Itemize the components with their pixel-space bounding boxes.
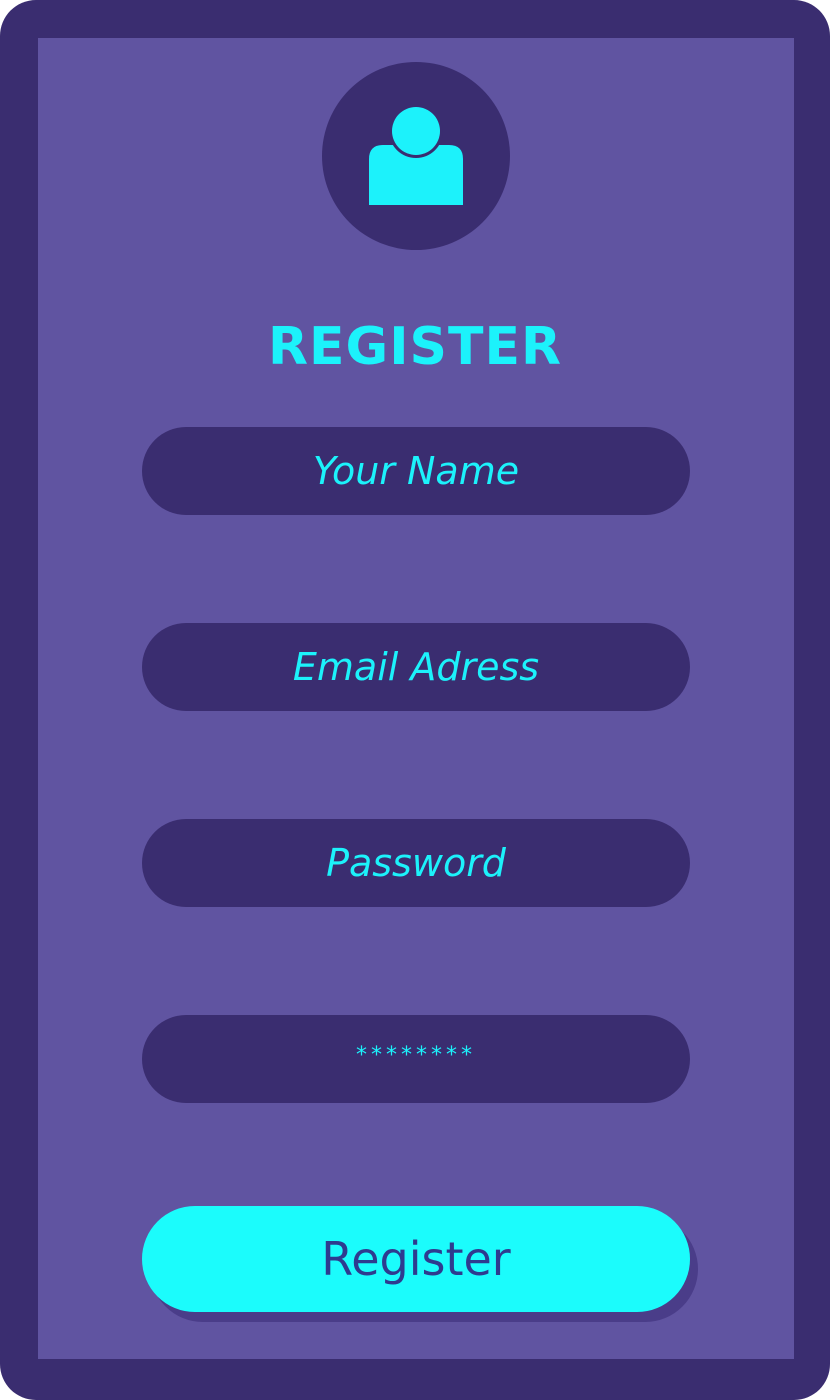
password-field-placeholder: Password (326, 841, 506, 885)
avatar (322, 62, 510, 250)
confirm-password-field[interactable]: ******** (142, 1015, 690, 1103)
password-field[interactable]: Password (142, 819, 690, 907)
page-title: REGISTER (267, 317, 563, 377)
name-field-placeholder: Your Name (312, 449, 520, 493)
user-icon (369, 107, 463, 205)
confirm-password-value: ******** (356, 1043, 476, 1068)
name-field[interactable]: Your Name (142, 427, 690, 515)
email-field[interactable]: Email Adress (142, 623, 690, 711)
register-card-frame: REGISTER Your Name Email Adress Password… (0, 0, 830, 1400)
register-button[interactable]: Register (142, 1206, 690, 1312)
email-field-placeholder: Email Adress (292, 645, 540, 689)
register-button-label: Register (321, 1232, 511, 1286)
